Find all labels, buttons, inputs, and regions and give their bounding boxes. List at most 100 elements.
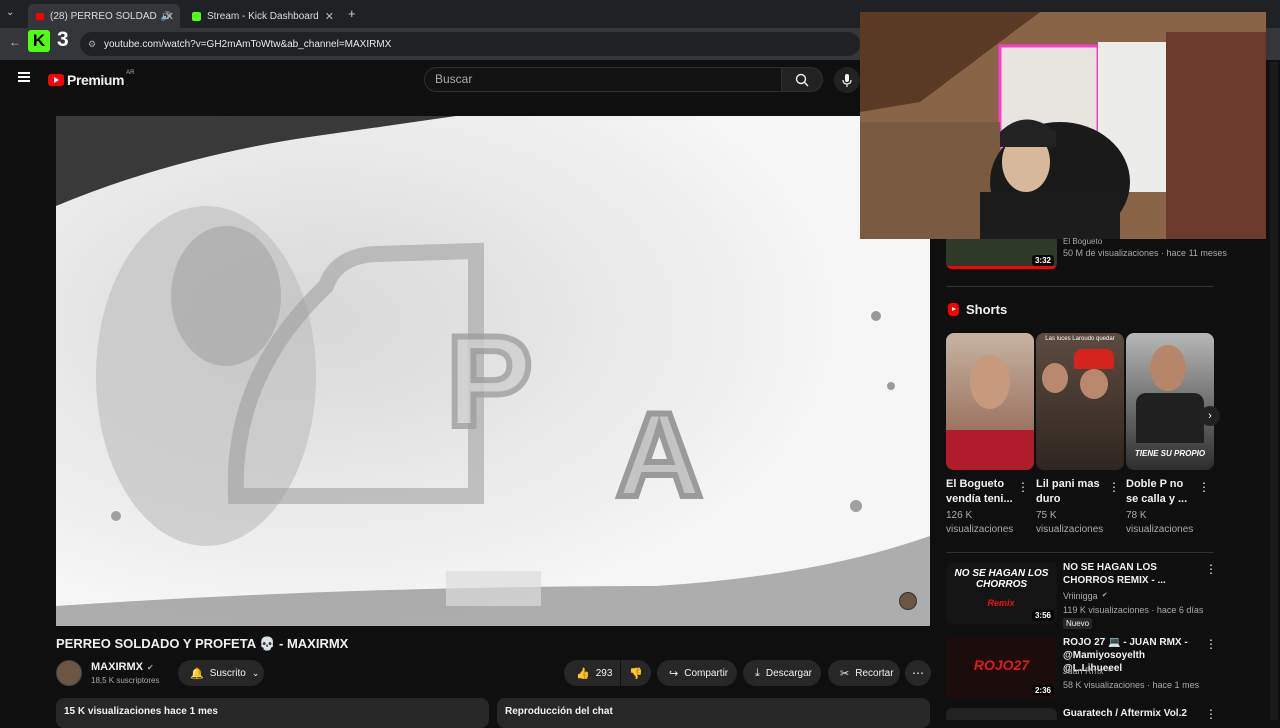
download-icon: ⤓ bbox=[755, 666, 760, 679]
more-vertical-icon[interactable]: ⋮ bbox=[1198, 480, 1210, 494]
video-duration: 2:36 bbox=[1031, 685, 1054, 696]
like-count: 293 bbox=[595, 667, 613, 679]
tab-title: (28) PERREO SOLDADO Y P bbox=[50, 10, 157, 22]
channel-avatar[interactable] bbox=[56, 660, 82, 686]
webcam-feed bbox=[860, 12, 1266, 239]
verified-icon: ✔ bbox=[1101, 592, 1108, 599]
url-field[interactable]: ⚙ youtube.com/watch?v=GH2mAmToWtw&ab_cha… bbox=[80, 32, 860, 56]
channel-watermark-avatar[interactable] bbox=[899, 592, 917, 610]
shorts-header: Shorts bbox=[948, 302, 1007, 317]
short-views-label: visualizaciones bbox=[946, 524, 1014, 535]
kick-k-icon: K bbox=[32, 31, 46, 50]
search-button[interactable] bbox=[781, 67, 823, 92]
sidebar-video-meta: 119 K visualizaciones · hace 6 días bbox=[1063, 605, 1204, 615]
logo-text: Premium bbox=[67, 72, 125, 88]
svg-text:A: A bbox=[616, 388, 703, 522]
channel-name[interactable]: MAXIRMX bbox=[91, 661, 143, 673]
views-and-date: 15 K visualizaciones hace 1 mes bbox=[64, 706, 218, 717]
download-label: Descargar bbox=[765, 667, 813, 679]
clip-label: Recortar bbox=[855, 667, 894, 679]
close-tab-icon[interactable]: ✕ bbox=[165, 10, 174, 23]
short-title[interactable]: Lil pani mas duro bbox=[1036, 477, 1104, 507]
tab-youtube[interactable]: (28) PERREO SOLDADO Y P 🔊 ✕ bbox=[28, 4, 180, 28]
close-tab-icon[interactable]: ✕ bbox=[325, 10, 334, 23]
youtube-favicon-icon bbox=[36, 12, 45, 20]
more-actions-button[interactable]: ⋯ bbox=[905, 660, 931, 686]
download-button[interactable]: ⤓ Descargar bbox=[743, 660, 821, 686]
short-thumbnail[interactable] bbox=[946, 333, 1034, 470]
sidebar-video-meta: 58 K visualizaciones · hace 1 mes bbox=[1063, 680, 1200, 690]
verified-icon: ✔ bbox=[146, 662, 154, 672]
tab-title: Stream - Kick Dashboard bbox=[207, 10, 319, 22]
thumbnail-text: NO SE HAGAN LOS CHORROS bbox=[954, 568, 1049, 590]
thumbnail-text: ROJO27 bbox=[973, 657, 1030, 673]
share-icon: ↪ bbox=[669, 667, 679, 680]
more-vertical-icon[interactable]: ⋮ bbox=[1205, 707, 1217, 721]
short-title[interactable]: El Bogueto vendía teni... bbox=[946, 477, 1014, 507]
back-icon[interactable]: ← bbox=[9, 35, 21, 49]
chat-replay-label: Reproducción del chat bbox=[505, 706, 613, 717]
voice-search-button[interactable] bbox=[834, 67, 860, 93]
more-vertical-icon[interactable]: ⋮ bbox=[1205, 562, 1217, 576]
url-text: youtube.com/watch?v=GH2mAmToWtw&ab_chann… bbox=[104, 38, 392, 50]
sidebar-video-title[interactable]: NO SE HAGAN LOS CHORROS REMIX - ... bbox=[1063, 561, 1197, 587]
sidebar-video-channel[interactable]: Vriinigga bbox=[1063, 590, 1098, 602]
sidebar-video-channel[interactable]: Juan Rmx bbox=[1063, 665, 1104, 677]
sidebar-video-thumbnail[interactable]: ROJO27 2:36 bbox=[946, 637, 1057, 699]
new-badge: Nuevo bbox=[1063, 618, 1093, 629]
sidebar-video-thumbnail[interactable] bbox=[946, 708, 1057, 720]
video-player[interactable]: P A bbox=[56, 116, 930, 626]
more-horizontal-icon: ⋯ bbox=[912, 666, 924, 680]
kick-counter: 3 bbox=[57, 28, 69, 51]
video-title: PERREO SOLDADO Y PROFETA 💀 - MAXIRMX bbox=[56, 636, 349, 651]
more-vertical-icon[interactable]: ⋮ bbox=[1205, 637, 1217, 651]
chat-replay-box[interactable]: Reproducción del chat bbox=[497, 698, 930, 728]
sidebar-video-meta: 50 M de visualizaciones · hace 11 meses bbox=[1063, 248, 1227, 258]
subscribed-label: Suscrito bbox=[209, 667, 246, 679]
short-thumbnail[interactable]: TIENE SU PROPIO bbox=[1126, 333, 1214, 470]
shorts-next-button[interactable]: › bbox=[1200, 406, 1220, 426]
youtube-logo[interactable]: Premium AR bbox=[48, 70, 134, 88]
divider bbox=[946, 552, 1214, 553]
dislike-button[interactable]: 👎 bbox=[621, 660, 651, 686]
subscriber-count: 18,5 K suscriptores bbox=[91, 676, 160, 685]
short-overlay-text: Las luces Laroudo quedar bbox=[1045, 336, 1115, 342]
short-title[interactable]: Doble P no se calla y ... bbox=[1126, 477, 1194, 507]
thumbs-down-icon: 👎 bbox=[629, 667, 643, 680]
like-button[interactable]: 👍 293 bbox=[564, 660, 620, 686]
video-duration: 3:56 bbox=[1031, 610, 1054, 621]
short-views-label: visualizaciones bbox=[1126, 524, 1194, 535]
menu-icon[interactable] bbox=[18, 72, 30, 82]
short-thumbnail[interactable]: Las luces Laroudo quedar bbox=[1036, 333, 1124, 470]
tab-kick-dashboard[interactable]: Stream - Kick Dashboard ✕ bbox=[184, 4, 340, 28]
short-views: 126 K bbox=[946, 510, 973, 521]
sidebar-video-title[interactable]: Guaratech / Aftermix Vol.2 bbox=[1063, 707, 1197, 720]
page-scrollbar[interactable] bbox=[1270, 62, 1278, 720]
new-tab-icon[interactable]: + bbox=[348, 6, 356, 21]
sidebar-video-channel-row: Vriinigga ✔ bbox=[1063, 590, 1108, 602]
webcam-overlay bbox=[860, 12, 1266, 239]
more-vertical-icon[interactable]: ⋮ bbox=[1017, 480, 1029, 494]
video-artwork: P A bbox=[56, 116, 930, 626]
thumbs-up-icon: 👍 bbox=[576, 667, 590, 680]
chevron-down-icon: ⌄ bbox=[251, 667, 260, 678]
short-overlay-text: TIENE SU PROPIO bbox=[1134, 449, 1206, 458]
search-input[interactable]: Buscar bbox=[424, 67, 782, 92]
share-button[interactable]: ↪ Compartir bbox=[657, 660, 737, 686]
share-label: Compartir bbox=[684, 667, 729, 679]
short-views-label: visualizaciones bbox=[1036, 524, 1104, 535]
more-vertical-icon[interactable]: ⋮ bbox=[1108, 480, 1120, 494]
sidebar-video-channel-row: Juan Rmx ✔ bbox=[1063, 665, 1113, 677]
site-settings-icon[interactable]: ⚙ bbox=[88, 39, 96, 50]
svg-text:P: P bbox=[446, 308, 533, 454]
youtube-play-icon bbox=[48, 74, 64, 86]
tab-list-dropdown-icon[interactable]: ⌄ bbox=[6, 7, 14, 18]
shorts-title: Shorts bbox=[966, 302, 1008, 317]
description-box[interactable]: 15 K visualizaciones hace 1 mes bbox=[56, 698, 489, 728]
video-duration: 3:32 bbox=[1031, 255, 1054, 266]
subscribed-button[interactable]: 🔔 Suscrito ⌄ bbox=[178, 660, 264, 686]
scissors-icon: ✂ bbox=[840, 667, 850, 680]
sidebar-video-thumbnail[interactable]: 3:32 bbox=[946, 239, 1057, 269]
clip-button[interactable]: ✂ Recortar bbox=[828, 660, 900, 686]
sidebar-video-thumbnail[interactable]: NO SE HAGAN LOS CHORROS Remix 3:56 bbox=[946, 562, 1057, 624]
